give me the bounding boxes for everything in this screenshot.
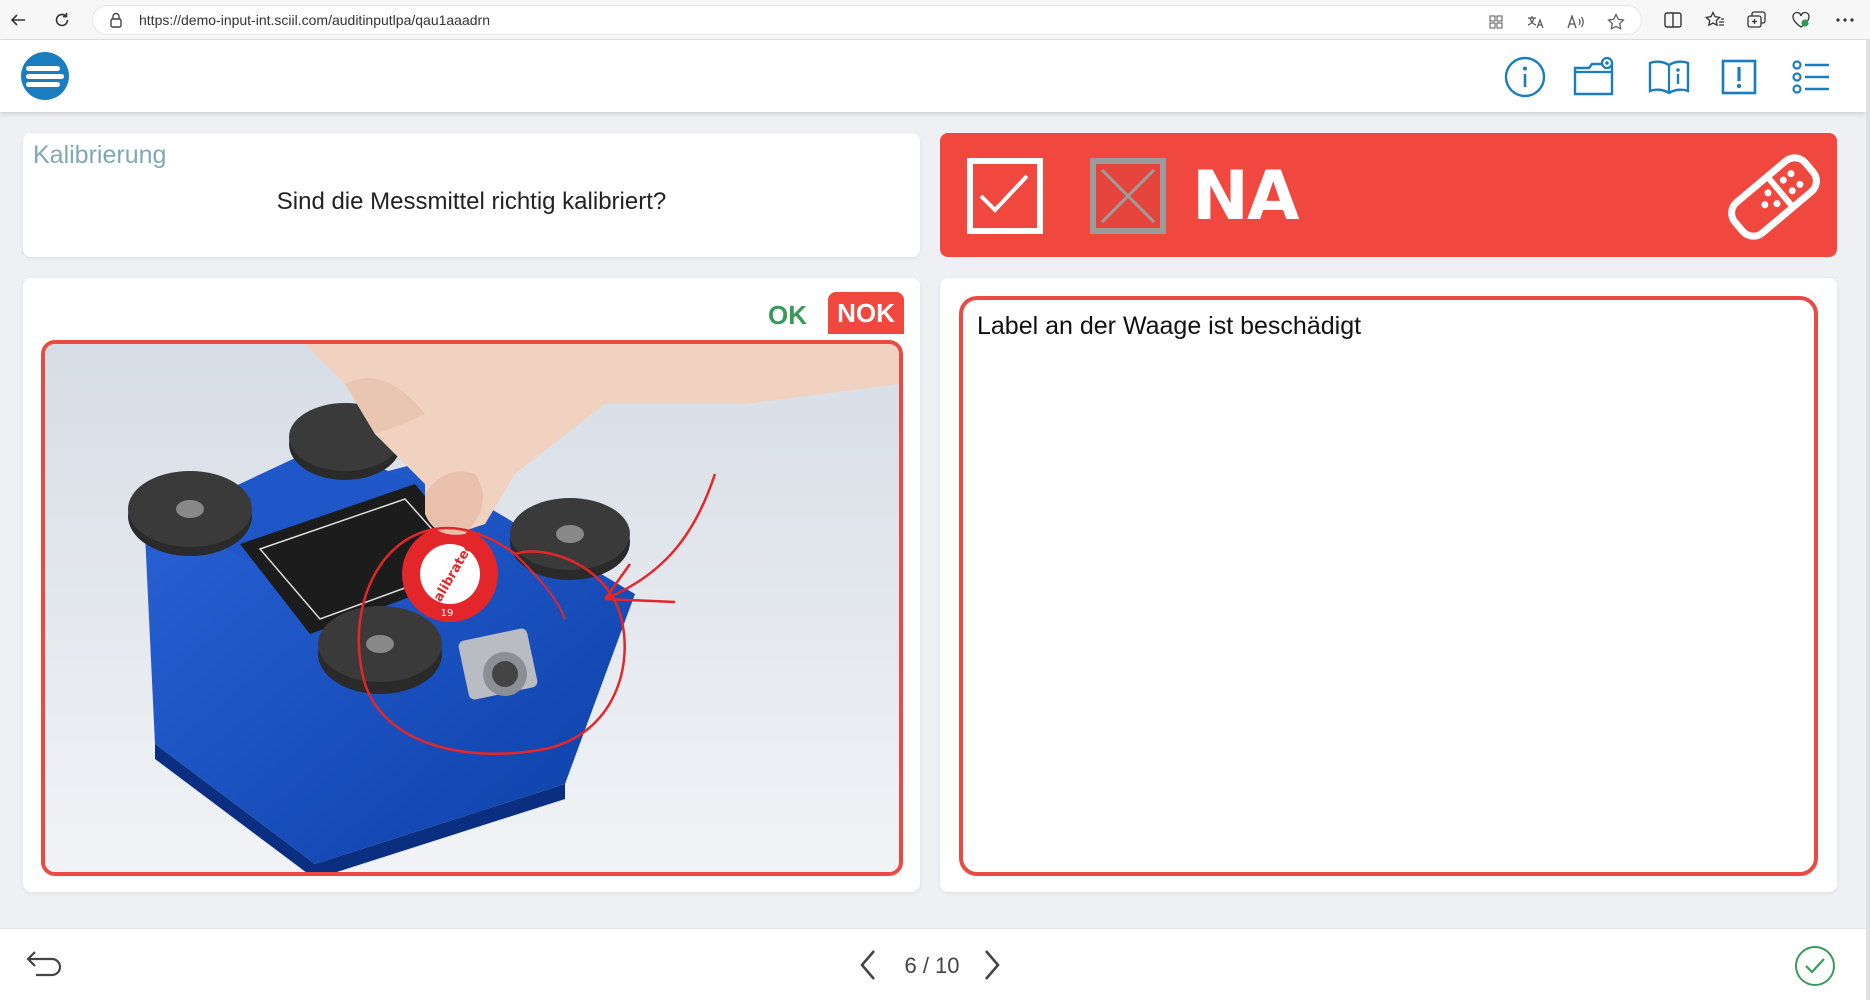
lock-icon (109, 12, 123, 32)
reload-icon[interactable] (50, 8, 74, 32)
checkmark-icon (979, 174, 1029, 213)
image-card: OK NOK calibrated 19 (23, 278, 920, 892)
url-text: https://demo-input-int.sciil.com/auditin… (139, 12, 490, 28)
read-aloud-icon[interactable] (1567, 13, 1585, 31)
nok-tab[interactable]: NOK (828, 292, 904, 334)
sticker-year: 19 (441, 608, 454, 619)
browser-toolbar: https://demo-input-int.sciil.com/auditin… (0, 0, 1870, 40)
alert-icon[interactable] (1716, 54, 1762, 100)
nok-checkbox[interactable] (1090, 158, 1166, 234)
previous-page-icon[interactable] (856, 947, 880, 987)
translate-icon[interactable] (1527, 13, 1545, 31)
ok-checkbox[interactable] (967, 158, 1043, 234)
manual-icon[interactable] (1646, 54, 1692, 100)
page-scrollbar[interactable] (1866, 40, 1870, 1000)
address-bar[interactable]: https://demo-input-int.sciil.com/auditin… (92, 5, 1642, 35)
device-photo: calibrated 19 (45, 344, 899, 872)
eraser-icon[interactable] (1724, 147, 1824, 251)
annotated-photo[interactable]: calibrated 19 (41, 340, 903, 876)
favorites-icon[interactable] (1704, 9, 1726, 31)
complete-check-icon[interactable] (1794, 945, 1836, 991)
answer-status-panel: NA (940, 133, 1837, 257)
comment-card: Label an der Waage ist beschädigt (940, 278, 1837, 892)
cross-icon (1100, 168, 1156, 224)
question-card: Kalibrierung Sind die Messmittel richtig… (23, 133, 920, 257)
category-title: Kalibrierung (33, 141, 167, 169)
favorite-star-icon[interactable] (1607, 13, 1625, 31)
next-page-icon[interactable] (980, 947, 1004, 987)
split-screen-icon[interactable] (1662, 9, 1684, 31)
app-logo (20, 51, 70, 105)
info-icon[interactable] (1502, 54, 1548, 100)
more-options-icon[interactable] (1834, 9, 1856, 31)
apps-icon[interactable] (1487, 13, 1505, 31)
list-icon[interactable] (1788, 54, 1834, 100)
app-header (0, 40, 1866, 112)
folder-icon[interactable] (1572, 54, 1618, 100)
na-button[interactable]: NA (1192, 157, 1300, 236)
collections-icon[interactable] (1746, 9, 1768, 31)
comment-textarea[interactable]: Label an der Waage ist beschädigt (959, 296, 1818, 876)
comment-text: Label an der Waage ist beschädigt (977, 312, 1362, 340)
undo-icon[interactable] (24, 947, 64, 981)
question-text: Sind die Messmittel richtig kalibriert? (276, 188, 667, 215)
back-arrow-icon[interactable] (6, 8, 30, 32)
page-indicator: 6 / 10 (904, 953, 960, 978)
footer-bar: 6 / 10 (0, 928, 1866, 1000)
browser-essentials-icon[interactable] (1790, 9, 1812, 31)
ok-tab[interactable]: OK (768, 300, 807, 331)
